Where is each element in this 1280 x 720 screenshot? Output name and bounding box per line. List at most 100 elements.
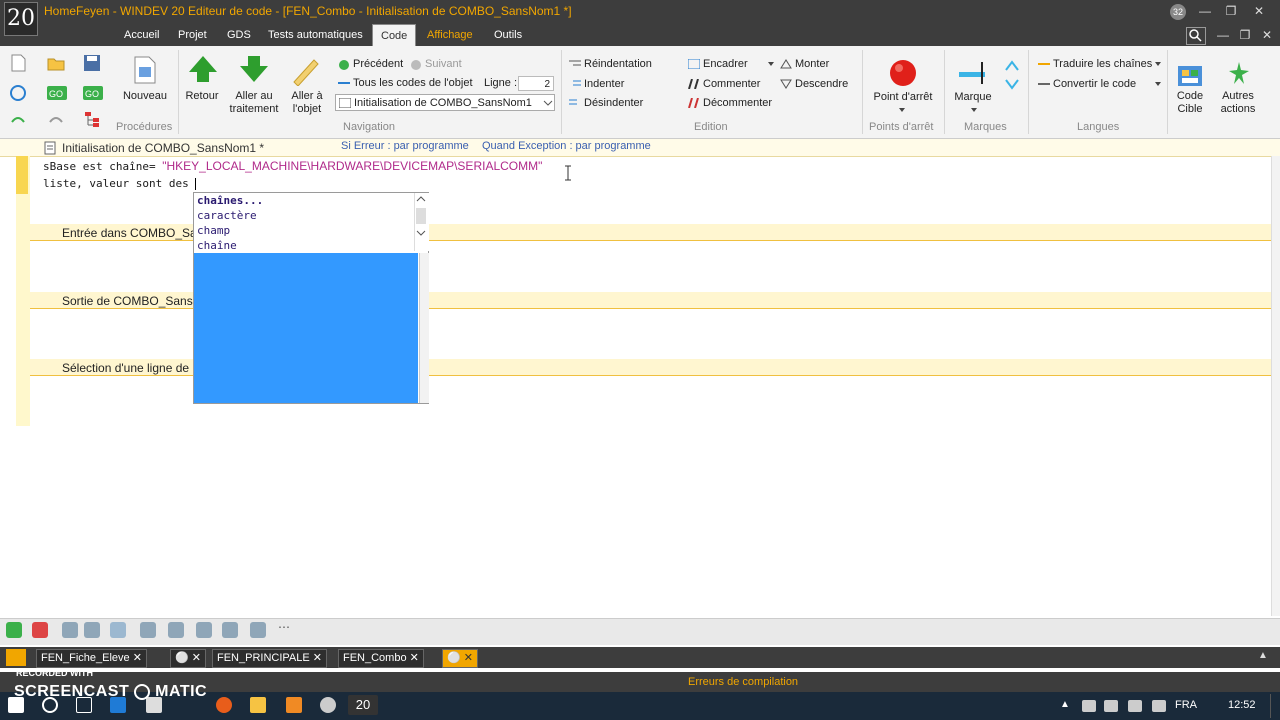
tous-codes-button[interactable]: Tous les codes de l'objet	[338, 77, 473, 89]
autocomplete-scroll-thumb[interactable]	[416, 208, 426, 224]
firefox-icon[interactable]	[216, 697, 232, 713]
descendre-button[interactable]: Descendre	[780, 78, 848, 90]
action-center-icon[interactable]	[1152, 700, 1166, 712]
doc-tab-active-code[interactable]: ⚪ ✕	[442, 649, 478, 668]
search-icon[interactable]	[1186, 27, 1206, 45]
aller-traitement-button[interactable]: Aller au traitement	[224, 90, 284, 116]
compile-errors-status[interactable]: Erreurs de compilation	[688, 676, 798, 688]
help-panel-scrollbar[interactable]	[419, 253, 429, 403]
reindentation-button[interactable]: Réindentation	[569, 58, 652, 70]
file-explorer-icon[interactable]	[250, 697, 266, 713]
next-bookmark-icon[interactable]	[1004, 78, 1020, 92]
tree-icon[interactable]	[82, 110, 102, 128]
nouveau-button[interactable]: Nouveau	[120, 90, 170, 103]
monter-button[interactable]: Monter	[780, 58, 829, 70]
go-icon[interactable]: GO	[46, 85, 68, 101]
tool-step-icon[interactable]	[250, 622, 266, 638]
marque-dropdown-icon[interactable]	[970, 107, 978, 113]
tool-run-icon[interactable]	[222, 622, 238, 638]
close-button[interactable]: ✕	[1246, 0, 1272, 22]
clock[interactable]: 12:52	[1228, 699, 1256, 711]
precedent-button[interactable]: Précédent	[338, 58, 403, 71]
autocomplete-item[interactable]: caractère	[197, 209, 257, 222]
convertir-dropdown-icon[interactable]	[1154, 80, 1162, 88]
tool-settings-icon[interactable]	[140, 622, 156, 638]
traduire-dropdown-icon[interactable]	[1154, 60, 1162, 68]
point-arret-button[interactable]: Point d'arrêt	[866, 91, 940, 104]
undo-icon[interactable]	[8, 112, 28, 128]
tray-chevron-icon[interactable]: ▲	[1060, 699, 1070, 710]
code-line-1[interactable]: sBase est chaîne= "HKEY_LOCAL_MACHINE\HA…	[43, 159, 542, 173]
doc-tab-fen-combo[interactable]: FEN_Combo ✕	[338, 649, 424, 668]
tab-accueil[interactable]: Accueil	[124, 24, 159, 46]
volume-icon[interactable]	[1104, 700, 1118, 712]
tab-code[interactable]: Code	[372, 24, 417, 47]
marque-button[interactable]: Marque	[948, 91, 998, 104]
tool-bug-icon[interactable]	[168, 622, 184, 638]
encadrer-button[interactable]: Encadrer	[688, 58, 748, 70]
open-folder-icon[interactable]	[46, 53, 66, 73]
doc-tab-fen-fiche-eleve[interactable]: FEN_Fiche_Eleve ✕	[36, 649, 147, 668]
windev-taskbar-icon[interactable]: 20	[348, 695, 378, 715]
retour-arrow-icon[interactable]	[187, 56, 219, 86]
code-line-2[interactable]: liste, valeur sont des	[43, 177, 197, 190]
autocomplete-item[interactable]: chaînes...	[197, 194, 263, 207]
indenter-button[interactable]: Indenter	[569, 78, 624, 90]
tool-upload-icon[interactable]	[32, 622, 48, 638]
show-desktop-button[interactable]	[1270, 694, 1279, 718]
aller-objet-button[interactable]: Aller à l'objet	[284, 90, 330, 116]
code-cible-button[interactable]: Code Cible	[1170, 90, 1210, 116]
notification-badge[interactable]: 32	[1170, 4, 1186, 20]
network-icon[interactable]	[1082, 700, 1096, 712]
quand-exception-link[interactable]: Quand Exception : par programme	[482, 140, 651, 152]
minimize-button[interactable]: —	[1192, 0, 1218, 22]
aller-objet-icon[interactable]	[290, 56, 322, 86]
si-erreur-link[interactable]: Si Erreur : par programme	[341, 140, 469, 152]
navigation-combo[interactable]: Initialisation de COMBO_SansNom1	[335, 94, 555, 111]
doc-tab-query[interactable]: ⚪ ✕	[170, 649, 206, 668]
decommenter-button[interactable]: Décommenter	[688, 97, 772, 109]
save-icon[interactable]	[82, 53, 102, 73]
new-procedure-icon[interactable]	[132, 55, 158, 85]
breakpoint-icon[interactable]	[888, 58, 918, 88]
new-file-icon[interactable]	[8, 53, 28, 73]
ligne-input[interactable]: 2	[518, 76, 554, 91]
media-icon[interactable]	[320, 697, 336, 713]
tool-font-icon[interactable]	[110, 622, 126, 638]
scroll-up-icon[interactable]	[416, 195, 426, 203]
scroll-down-icon[interactable]	[416, 229, 426, 237]
traduire-button[interactable]: Traduire les chaînes	[1038, 58, 1152, 70]
encadrer-dropdown-icon[interactable]	[767, 60, 775, 68]
redo-icon[interactable]	[46, 112, 66, 128]
chevron-down-icon[interactable]	[543, 99, 553, 107]
tool-zoom-icon[interactable]	[62, 622, 78, 638]
project-icon[interactable]	[6, 649, 26, 666]
bookmark-icon[interactable]	[957, 60, 991, 86]
vlc-icon[interactable]	[286, 697, 302, 713]
refresh-icon[interactable]	[8, 83, 28, 103]
autocomplete-item[interactable]: champ	[197, 224, 230, 237]
tab-gds[interactable]: GDS	[227, 24, 251, 46]
tab-outils[interactable]: Outils	[494, 24, 522, 46]
autocomplete-item[interactable]: chaîne	[197, 239, 237, 252]
editor-vertical-scrollbar[interactable]	[1271, 156, 1280, 616]
tab-affichage[interactable]: Affichage	[427, 24, 473, 46]
code-cible-icon[interactable]	[1176, 58, 1204, 88]
chevron-up-icon[interactable]: ▲	[1258, 650, 1268, 661]
tool-zoom-out-icon[interactable]	[84, 622, 100, 638]
tab-projet[interactable]: Projet	[178, 24, 207, 46]
go-test-icon[interactable]: GO	[82, 85, 104, 101]
battery-icon[interactable]	[1128, 700, 1142, 712]
autres-actions-icon[interactable]	[1226, 60, 1252, 86]
maximize-button[interactable]: ❐	[1218, 0, 1244, 22]
tab-tests-automatiques[interactable]: Tests automatiques	[268, 24, 363, 46]
point-arret-dropdown-icon[interactable]	[898, 107, 906, 113]
commenter-button[interactable]: Commenter	[688, 78, 760, 90]
doc-tab-fen-principale[interactable]: FEN_PRINCIPALE ✕	[212, 649, 327, 668]
language-indicator[interactable]: FRA	[1175, 699, 1197, 711]
previous-bookmark-icon[interactable]	[1004, 58, 1020, 72]
more-icon[interactable]: ⋯	[278, 620, 290, 634]
mdi-close-button[interactable]: ✕	[1254, 24, 1280, 46]
retour-button[interactable]: Retour	[180, 90, 224, 103]
autres-actions-button[interactable]: Autres actions	[1214, 90, 1262, 116]
